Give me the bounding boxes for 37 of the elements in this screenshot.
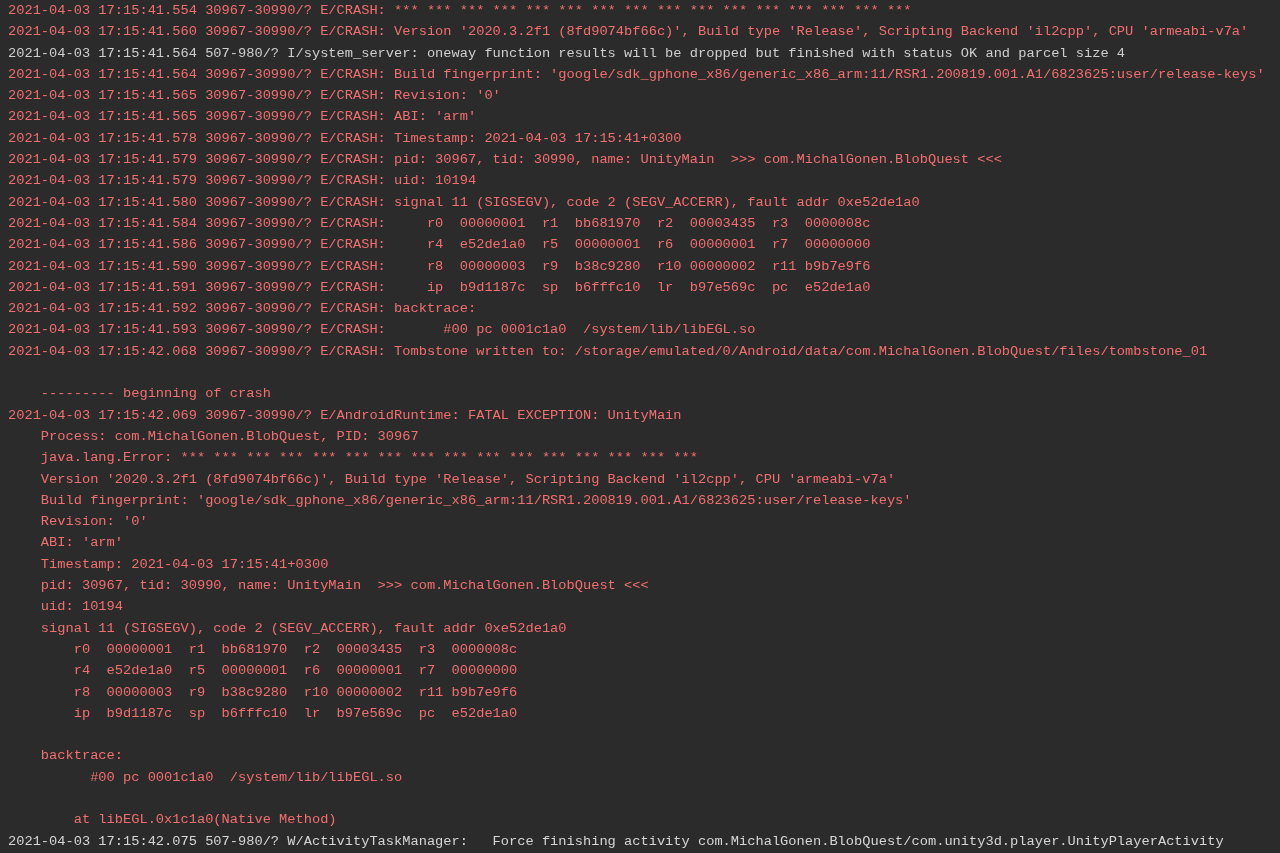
log-line: 2021-04-03 17:15:42.069 30967-30990/? E/AndroidRuntime: FATAL EXCEPTION: UnityMain [8,406,682,425]
log-line: #00 pc 0001c1a0 /system/lib/libEGL.so [89,768,403,787]
log-line: Revision: '0' [39,513,148,532]
log-line: 2021-04-03 17:15:42.075 507-980/? W/ActivityTaskManager: Force finishing activity com.MichalGonen.BlobQuest/com.unity3d.player.UnityPlayerActivity [8,832,1224,851]
log-line: 2021-04-03 17:15:41.592 30967-30990/? E/CRASH: backtrace: [8,300,477,319]
log-line: signal 11 (SIGSEGV), code 2 (SEGV_ACCERR), fault addr 0xe52de1a0 [39,619,567,638]
log-line: backtrace: [39,747,123,766]
log-line: 2021-04-03 17:15:41.554 30967-30990/? E/CRASH: *** *** *** *** *** *** *** *** *** *** *** *** *** *** *** *** [8,2,912,20]
log-line: Process: com.MichalGonen.BlobQuest, PID: 30967 [39,427,419,446]
log-line: Version '2020.3.2f1 (8fd9074bf66c)', Build type 'Release', Scripting Backend 'il2cpp', CPU 'armeabi-v7a' [39,470,896,489]
log-line: 2021-04-03 17:15:41.584 30967-30990/? E/CRASH: r0 00000001 r1 bb681970 r2 00003435 r3 0000008c [8,214,871,233]
log-line: uid: 10194 [39,598,123,617]
log-line: 2021-04-03 17:15:41.579 30967-30990/? E/CRASH: pid: 30967, tid: 30990, name: UnityMain >>> com.MichalGonen.BlobQuest <<< [8,151,1002,170]
log-line: 2021-04-03 17:15:41.565 30967-30990/? E/CRASH: Revision: '0' [8,87,501,106]
log-line: 2021-04-03 17:15:41.591 30967-30990/? E/CRASH: ip b9d1187c sp b6fffc10 lr b97e569c pc e52de1a0 [8,278,871,297]
log-line: 2021-04-03 17:15:41.564 507-980/? I/system_server: oneway function results will be dropped but finished with status OK and parcel size 4 [8,44,1126,63]
log-line: 2021-04-03 17:15:41.580 30967-30990/? E/CRASH: signal 11 (SIGSEGV), code 2 (SEGV_ACCERR), fault addr 0xe52de1a0 [8,193,920,212]
log-line: Build fingerprint: 'google/sdk_gphone_x86/generic_x86_arm:11/RSR1.200819.001.A1/6823625:user/release-keys' [39,491,912,510]
log-line: ip b9d1187c sp b6fffc10 lr b97e569c pc e52de1a0 [72,704,518,723]
log-line: r4 e52de1a0 r5 00000001 r6 00000001 r7 00000000 [72,662,518,681]
log-line: java.lang.Error: *** *** *** *** *** *** *** *** *** *** *** *** *** *** *** *** [39,449,698,468]
log-line: 2021-04-03 17:15:41.579 30967-30990/? E/CRASH: uid: 10194 [8,172,477,191]
log-line: r8 00000003 r9 b38c9280 r10 00000002 r11 b9b7e9f6 [72,683,518,702]
log-line: 2021-04-03 17:15:41.590 30967-30990/? E/CRASH: r8 00000003 r9 b38c9280 r10 00000002 r11 b9b7e9f6 [8,257,871,276]
log-line: ABI: 'arm' [39,534,123,553]
log-line: 2021-04-03 17:15:41.578 30967-30990/? E/CRASH: Timestamp: 2021-04-03 17:15:41+0300 [8,129,682,148]
log-line: 2021-04-03 17:15:41.560 30967-30990/? E/CRASH: Version '2020.3.2f1 (8fd9074bf66c)', Build type 'Release', Scripting Backend 'il2cpp', CPU 'armeabi-v7a' [8,23,1249,42]
log-line: 2021-04-03 17:15:42.068 30967-30990/? E/CRASH: Tombstone written to: /storage/emulated/0/Android/data/com.MichalGonen.BlobQuest/files/tombstone_01 [8,342,1208,361]
log-line: 2021-04-03 17:15:41.593 30967-30990/? E/CRASH: #00 pc 0001c1a0 /system/lib/libEGL.so [8,321,756,340]
log-line: Timestamp: 2021-04-03 17:15:41+0300 [39,555,329,574]
log-line: r0 00000001 r1 bb681970 r2 00003435 r3 0000008c [72,640,518,659]
log-line: 2021-04-03 17:15:41.565 30967-30990/? E/CRASH: ABI: 'arm' [8,108,477,127]
log-line: 2021-04-03 17:15:41.564 30967-30990/? E/CRASH: Build fingerprint: 'google/sdk_gphone_x86/generic_x86_arm:11/RSR1.200819.001.A1/6823625:user/release-keys' [8,65,1265,84]
log-line: at libEGL.0x1c1a0(Native Method) [72,811,337,830]
log-line: 2021-04-03 17:15:41.586 30967-30990/? E/CRASH: r4 e52de1a0 r5 00000001 r6 00000001 r7 00000000 [8,236,871,255]
log-line: --------- beginning of crash [39,385,271,404]
log-line: pid: 30967, tid: 30990, name: UnityMain >>> com.MichalGonen.BlobQuest <<< [39,577,649,595]
